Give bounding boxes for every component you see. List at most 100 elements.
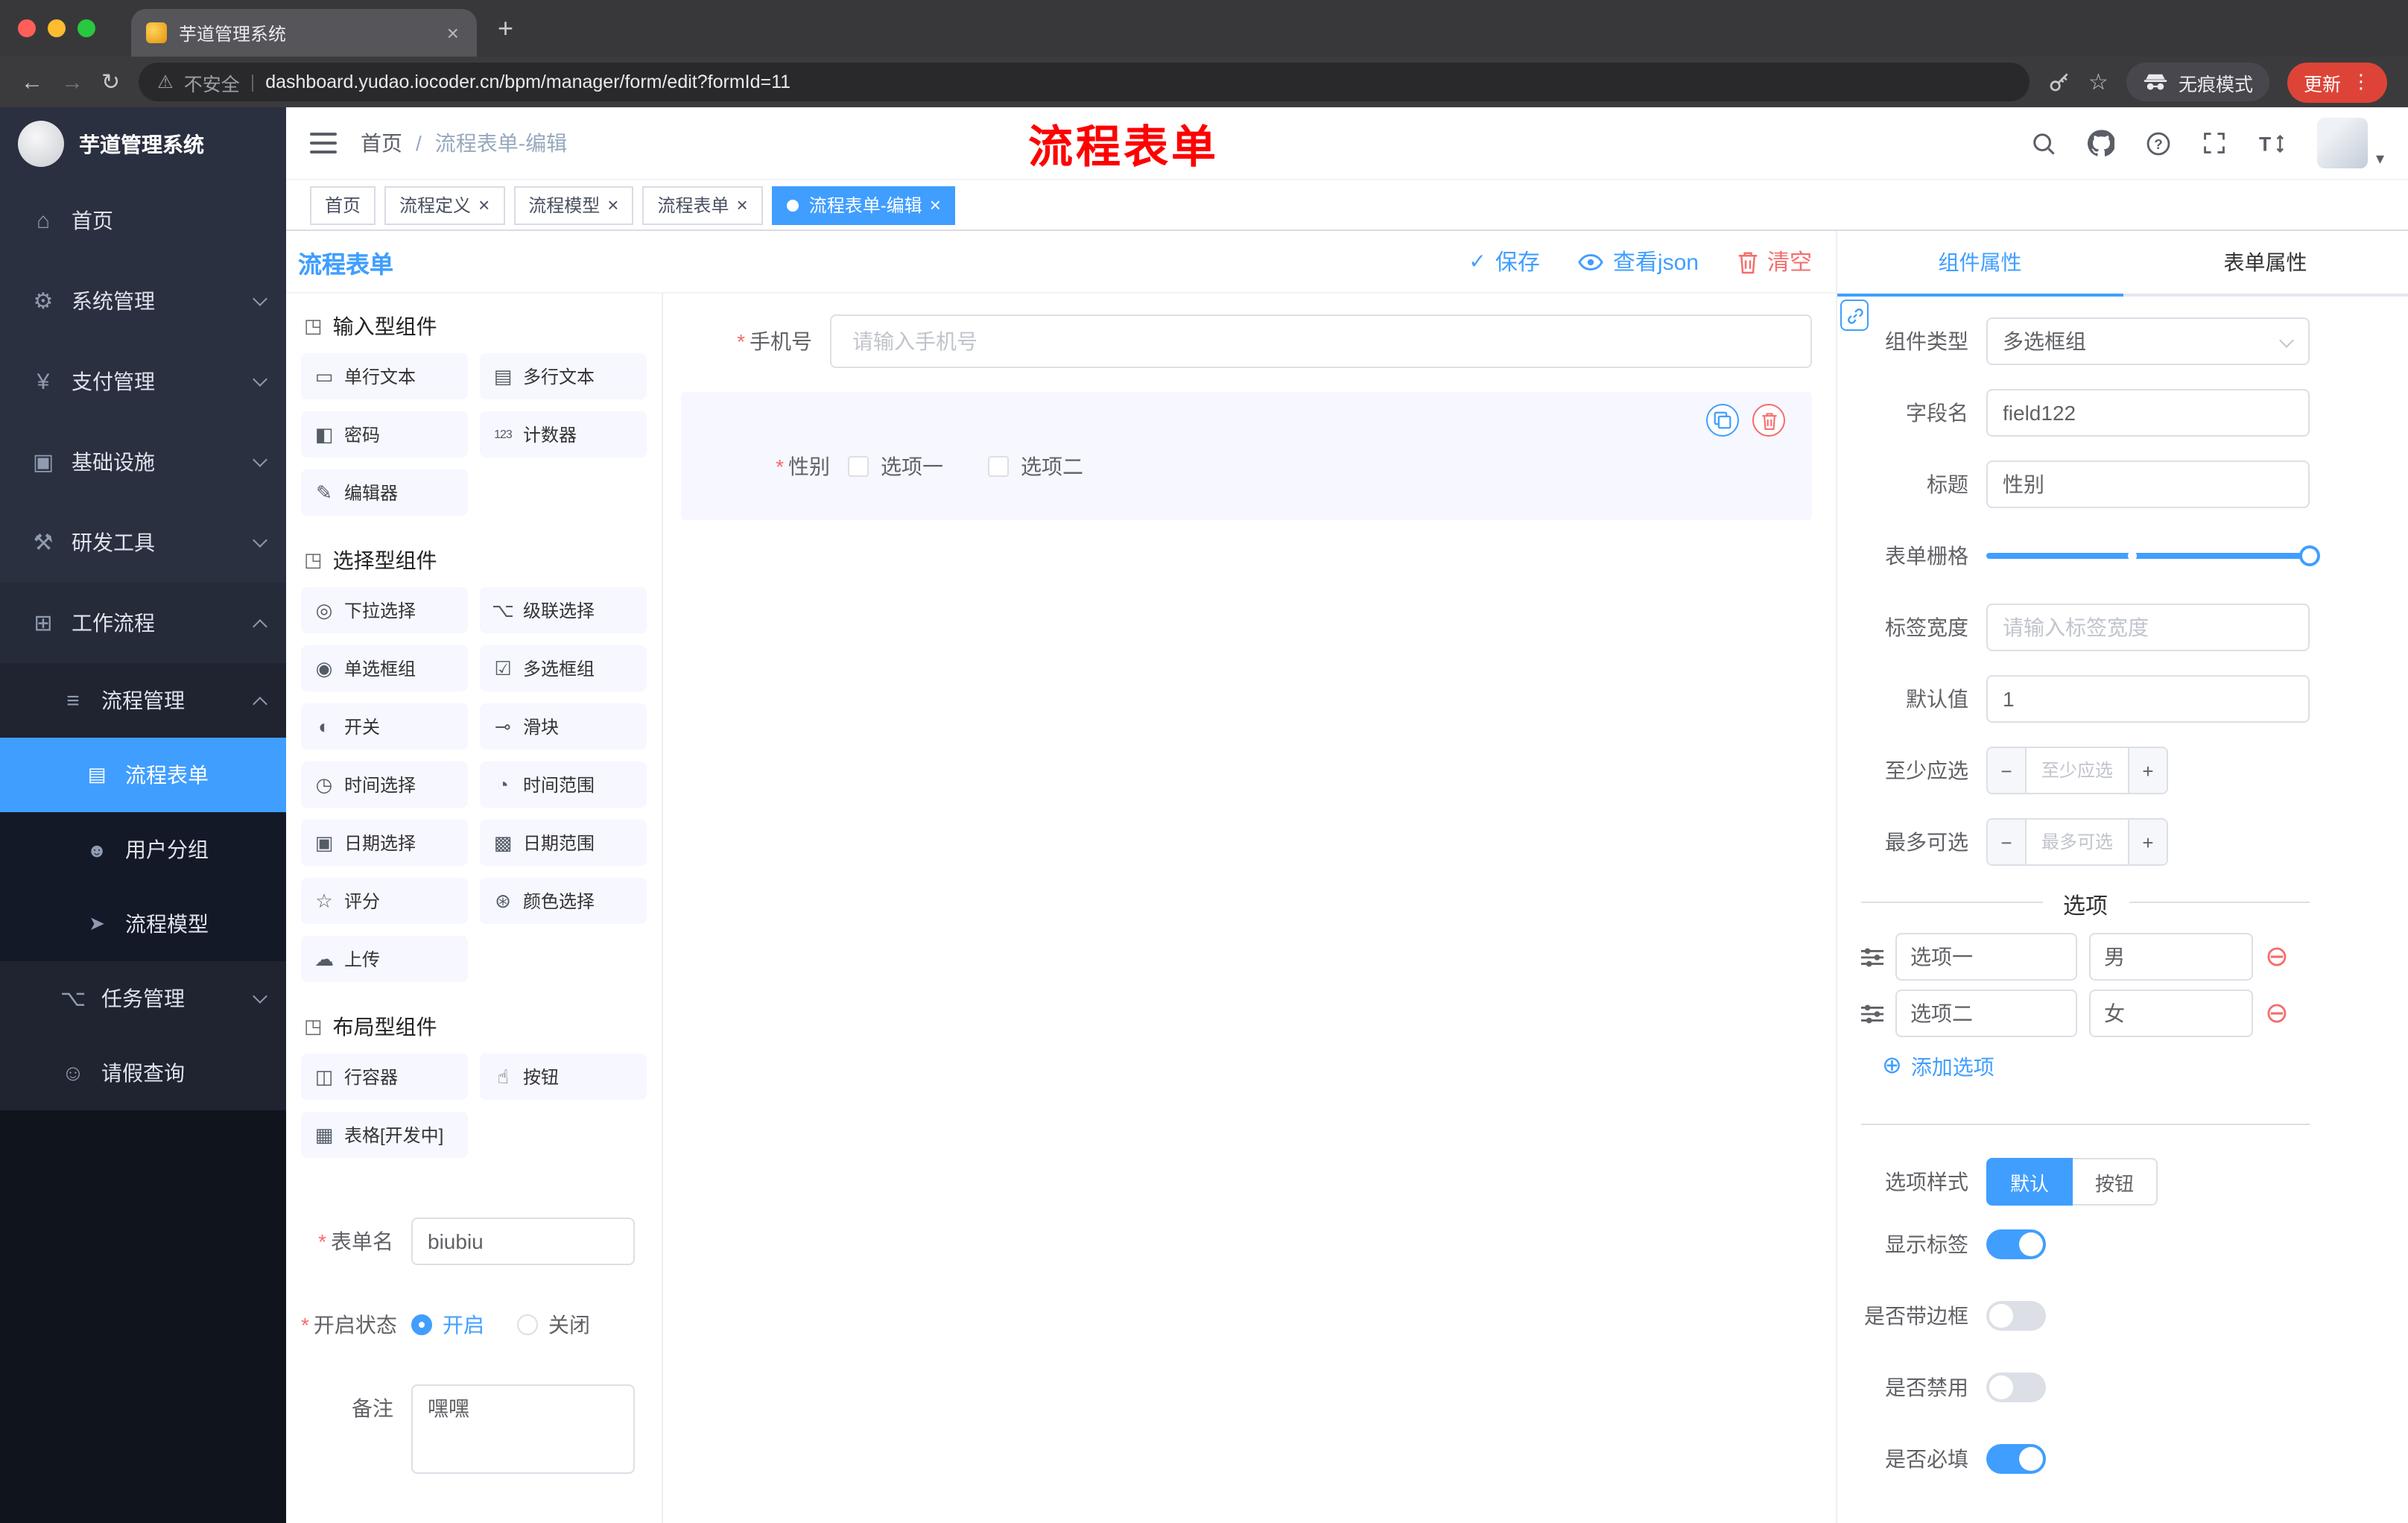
palette-item-rate[interactable]: ☆ 评分 bbox=[301, 878, 468, 924]
browser-tab[interactable]: 芋道管理系统 × bbox=[131, 9, 477, 57]
font-size-icon[interactable]: T bbox=[2258, 130, 2287, 156]
palette-item-counter[interactable]: 123 计数器 bbox=[480, 411, 647, 457]
tag-close-icon[interactable]: × bbox=[930, 195, 941, 215]
palette-item-table[interactable]: ▦ 表格[开发中] bbox=[301, 1112, 468, 1158]
remove-option-icon[interactable]: ⊖ bbox=[2265, 999, 2289, 1028]
view-json-button[interactable]: 查看json bbox=[1579, 246, 1699, 277]
label-width-input[interactable] bbox=[1986, 604, 2310, 651]
tag-close-icon[interactable]: × bbox=[478, 195, 489, 215]
tag-process-form[interactable]: 流程表单 × bbox=[642, 186, 763, 224]
decrease-button[interactable]: − bbox=[1988, 820, 2027, 864]
fullscreen-icon[interactable] bbox=[2203, 131, 2227, 155]
sidebar-item-payment-management[interactable]: ¥ 支付管理 bbox=[0, 341, 286, 422]
drag-handle-icon[interactable] bbox=[1861, 947, 1883, 966]
back-button[interactable]: ← bbox=[21, 71, 43, 93]
tag-process-model[interactable]: 流程模型 × bbox=[513, 186, 634, 224]
field-name-input[interactable] bbox=[1986, 389, 2310, 437]
palette-item-single-line-text[interactable]: ▭ 单行文本 bbox=[301, 353, 468, 399]
password-key-icon[interactable] bbox=[2047, 70, 2070, 94]
remark-textarea[interactable]: 嘿嘿 bbox=[411, 1384, 635, 1474]
palette-item-row-container[interactable]: ◫ 行容器 bbox=[301, 1054, 468, 1100]
palette-item-button[interactable]: ☝ 按钮 bbox=[480, 1054, 647, 1100]
slider-track[interactable] bbox=[1986, 545, 2320, 566]
add-option-button[interactable]: ⊕ 添加选项 bbox=[1882, 1052, 2310, 1082]
show-label-switch[interactable] bbox=[1986, 1229, 2046, 1259]
delete-field-button[interactable] bbox=[1752, 404, 1785, 437]
tag-process-definition[interactable]: 流程定义 × bbox=[384, 186, 505, 224]
sidebar-item-system-management[interactable]: ⚙ 系统管理 bbox=[0, 261, 286, 341]
tab-close-icon[interactable]: × bbox=[444, 21, 462, 45]
title-input[interactable] bbox=[1986, 460, 2310, 508]
max-select-input[interactable] bbox=[2027, 820, 2128, 864]
disabled-switch[interactable] bbox=[1986, 1372, 2046, 1402]
reload-button[interactable]: ↻ bbox=[101, 71, 120, 93]
sidebar-item-user-group[interactable]: ☻ 用户分组 bbox=[0, 812, 286, 887]
tab-component-props[interactable]: 组件属性 bbox=[1837, 231, 2123, 297]
style-default-button[interactable]: 默认 bbox=[1986, 1158, 2073, 1206]
grid-slider[interactable] bbox=[1986, 532, 2320, 580]
option-name-input[interactable] bbox=[1895, 990, 2077, 1037]
palette-item-switch[interactable]: ◐ 开关 bbox=[301, 703, 468, 750]
sidebar-item-dev-tools[interactable]: ⚒ 研发工具 bbox=[0, 502, 286, 583]
remove-option-icon[interactable]: ⊖ bbox=[2265, 943, 2289, 971]
palette-item-select[interactable]: ◎ 下拉选择 bbox=[301, 587, 468, 633]
tab-form-props[interactable]: 表单属性 bbox=[2123, 231, 2408, 294]
help-icon[interactable]: ? bbox=[2146, 130, 2172, 156]
browser-menu-icon[interactable]: ⋮ bbox=[2351, 70, 2371, 94]
forward-button[interactable]: → bbox=[61, 71, 83, 93]
option-value-input[interactable] bbox=[2089, 933, 2253, 981]
browser-update-button[interactable]: 更新 ⋮ bbox=[2287, 62, 2387, 102]
palette-item-radio-group[interactable]: ◉ 单选框组 bbox=[301, 645, 468, 691]
gender-option-2-checkbox[interactable]: 选项二 bbox=[988, 452, 1083, 481]
default-value-input[interactable] bbox=[1986, 675, 2310, 723]
palette-item-upload[interactable]: ☁ 上传 bbox=[301, 936, 468, 982]
decrease-button[interactable]: − bbox=[1988, 748, 2027, 793]
palette-item-date-picker[interactable]: ▣ 日期选择 bbox=[301, 820, 468, 866]
sidebar-item-task-management[interactable]: ⌥ 任务管理 bbox=[0, 961, 286, 1036]
border-switch[interactable] bbox=[1986, 1301, 2046, 1331]
required-switch[interactable] bbox=[1986, 1444, 2046, 1474]
palette-item-date-range[interactable]: ▩ 日期范围 bbox=[480, 820, 647, 866]
tag-home[interactable]: 首页 bbox=[310, 186, 376, 224]
palette-item-slider[interactable]: ⊸ 滑块 bbox=[480, 703, 647, 750]
palette-item-cascader[interactable]: ⌥ 级联选择 bbox=[480, 587, 647, 633]
user-menu[interactable]: ▾ bbox=[2317, 118, 2384, 168]
style-button-button[interactable]: 按钮 bbox=[2073, 1158, 2158, 1206]
palette-item-time-picker[interactable]: ◷ 时间选择 bbox=[301, 762, 468, 808]
phone-field[interactable]: * 手机号 bbox=[681, 314, 1812, 368]
close-window-button[interactable] bbox=[18, 19, 36, 37]
hamburger-icon[interactable] bbox=[310, 131, 337, 155]
option-name-input[interactable] bbox=[1895, 933, 2077, 981]
phone-input[interactable] bbox=[830, 314, 1812, 368]
sidebar-item-home[interactable]: ⌂ 首页 bbox=[0, 180, 286, 261]
gender-option-1-checkbox[interactable]: 选项一 bbox=[848, 452, 943, 481]
sidebar-item-leave-query[interactable]: ☺ 请假查询 bbox=[0, 1036, 286, 1110]
palette-item-multi-line-text[interactable]: ▤ 多行文本 bbox=[480, 353, 647, 399]
gender-field-selected[interactable]: * 性别 选项一 选项二 bbox=[681, 392, 1812, 520]
new-tab-button[interactable]: + bbox=[498, 15, 513, 42]
status-off-radio[interactable]: 关闭 bbox=[517, 1310, 590, 1340]
increase-button[interactable]: + bbox=[2128, 748, 2167, 793]
breadcrumb-home[interactable]: 首页 bbox=[361, 128, 402, 158]
tag-close-icon[interactable]: × bbox=[607, 195, 618, 215]
drag-handle-icon[interactable] bbox=[1861, 1004, 1883, 1023]
minimize-window-button[interactable] bbox=[48, 19, 66, 37]
github-icon[interactable] bbox=[2088, 130, 2115, 156]
clear-button[interactable]: 清空 bbox=[1737, 246, 1812, 277]
slider-handle[interactable] bbox=[2299, 545, 2320, 566]
copy-field-button[interactable] bbox=[1706, 404, 1739, 437]
field-link-icon[interactable] bbox=[1840, 300, 1869, 331]
sidebar-item-infrastructure[interactable]: ▣ 基础设施 bbox=[0, 422, 286, 502]
app-logo[interactable]: 芋道管理系统 bbox=[0, 107, 286, 180]
palette-item-time-range[interactable]: ◔ 时间范围 bbox=[480, 762, 647, 808]
palette-item-editor[interactable]: ✎ 编辑器 bbox=[301, 469, 468, 516]
tag-process-form-edit[interactable]: 流程表单-编辑 × bbox=[771, 186, 956, 224]
palette-item-checkbox-group[interactable]: ☑ 多选框组 bbox=[480, 645, 647, 691]
tag-close-icon[interactable]: × bbox=[737, 195, 748, 215]
increase-button[interactable]: + bbox=[2128, 820, 2167, 864]
address-bar[interactable]: ⚠ 不安全 | dashboard.yudao.iocoder.cn/bpm/m… bbox=[138, 63, 2030, 101]
search-icon[interactable] bbox=[2032, 130, 2057, 156]
sidebar-item-workflow[interactable]: ⊞ 工作流程 bbox=[0, 583, 286, 663]
zoom-window-button[interactable] bbox=[77, 19, 95, 37]
palette-item-color-picker[interactable]: ⊛ 颜色选择 bbox=[480, 878, 647, 924]
